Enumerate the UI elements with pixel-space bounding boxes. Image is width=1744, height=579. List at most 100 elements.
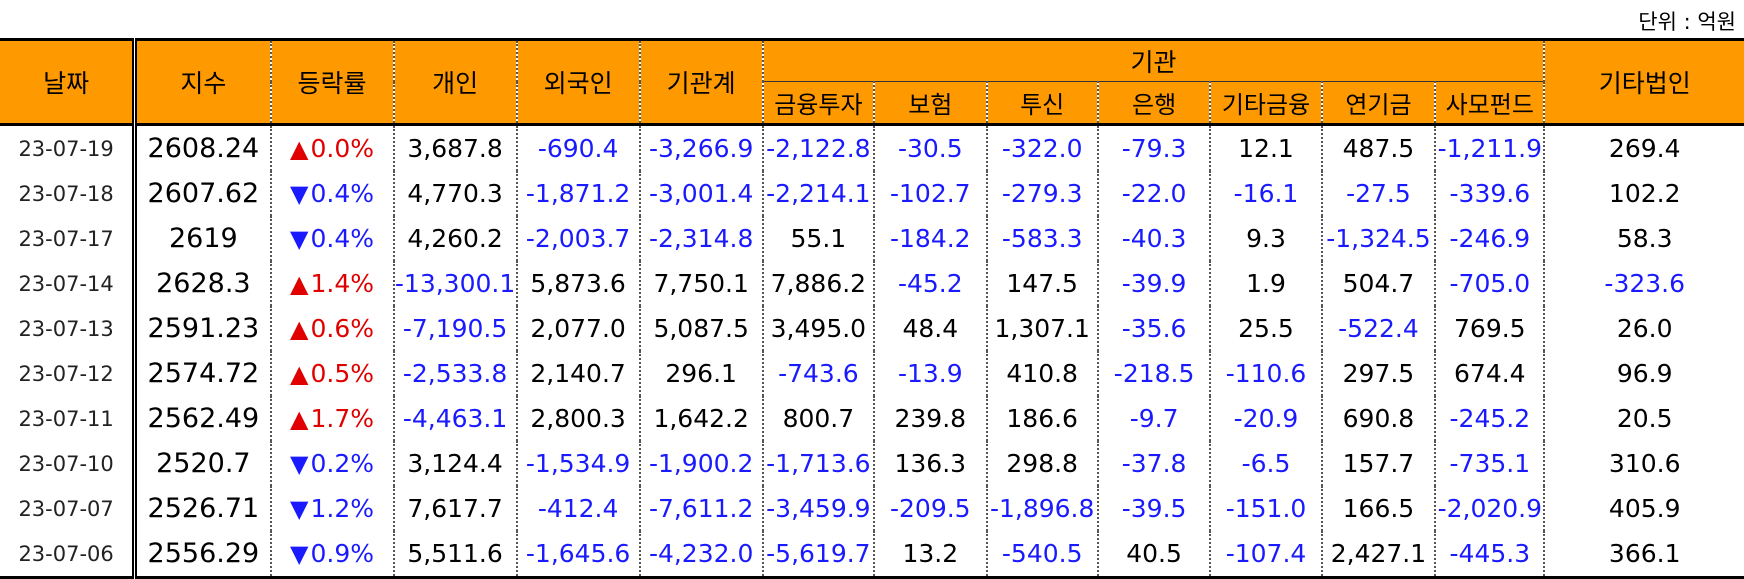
change-value: 1.7%: [310, 404, 375, 433]
cell-other-corp: -323.6: [1543, 261, 1744, 306]
cell-date: 23-07-10: [0, 441, 138, 486]
header-index: 지수: [133, 38, 272, 126]
cell-investment-trust: 186.6: [985, 396, 1099, 441]
change-value: 0.4%: [310, 224, 375, 253]
cell-pension: 690.8: [1320, 396, 1437, 441]
cell-bank: -22.0: [1096, 171, 1212, 216]
header-date: 날짜: [0, 38, 138, 126]
cell-other-finance: -110.6: [1209, 351, 1323, 396]
cell-insurance: -30.5: [873, 124, 988, 171]
cell-financial-invest: 7,886.2: [761, 261, 876, 306]
cell-index: 2526.71: [133, 486, 272, 531]
triangle-up-icon: ▲: [290, 405, 309, 433]
cell-date: 23-07-11: [0, 396, 138, 441]
cell-other-finance: 1.9: [1209, 261, 1323, 306]
cell-pension: 487.5: [1320, 124, 1437, 171]
table-row: 23-07-17 2619 ▼0.4% 4,260.2 -2,003.7 -2,314.8…: [0, 216, 1744, 261]
cell-private-fund: -1,211.9: [1434, 124, 1546, 171]
cell-index: 2520.7: [133, 441, 272, 486]
cell-other-corp: 26.0: [1543, 306, 1744, 351]
cell-other-finance: -107.4: [1209, 531, 1323, 579]
cell-inst-total: 5,087.5: [638, 306, 764, 351]
cell-change: ▼0.4%: [269, 216, 395, 261]
table-row: 23-07-06 2556.29 ▼0.9% 5,511.6 -1,645.6 -4,23…: [0, 531, 1744, 579]
cell-inst-total: 296.1: [638, 351, 764, 396]
cell-individual: 4,260.2: [392, 216, 518, 261]
cell-other-finance: 9.3: [1209, 216, 1323, 261]
cell-bank: -37.8: [1096, 441, 1212, 486]
cell-pension: -27.5: [1320, 171, 1437, 216]
cell-investment-trust: -1,896.8: [985, 486, 1099, 531]
cell-individual: -7,190.5: [392, 306, 518, 351]
table-row: 23-07-19 2608.24 ▲0.0% 3,687.8 -690.4 -3,266.…: [0, 124, 1744, 171]
triangle-down-icon: ▼: [290, 450, 309, 478]
cell-financial-invest: 3,495.0: [761, 306, 876, 351]
cell-bank: -79.3: [1096, 124, 1212, 171]
cell-change: ▲1.7%: [269, 396, 395, 441]
cell-other-corp: 366.1: [1543, 531, 1744, 579]
cell-pension: 166.5: [1320, 486, 1437, 531]
header-other-corp: 기타법인: [1543, 38, 1744, 126]
cell-inst-total: -4,232.0: [638, 531, 764, 579]
cell-investment-trust: 298.8: [985, 441, 1099, 486]
cell-private-fund: -705.0: [1434, 261, 1546, 306]
triangle-down-icon: ▼: [290, 225, 309, 253]
table-row: 23-07-07 2526.71 ▼1.2% 7,617.7 -412.4 -7,611.…: [0, 486, 1744, 531]
cell-insurance: 239.8: [873, 396, 988, 441]
cell-pension: 2,427.1: [1320, 531, 1437, 579]
cell-bank: -40.3: [1096, 216, 1212, 261]
cell-financial-invest: -2,214.1: [761, 171, 876, 216]
cell-individual: -13,300.1: [392, 261, 518, 306]
cell-change: ▼0.4%: [269, 171, 395, 216]
cell-change: ▼0.9%: [269, 531, 395, 579]
cell-financial-invest: -1,713.6: [761, 441, 876, 486]
header-private-fund: 사모펀드: [1434, 81, 1546, 126]
cell-private-fund: 769.5: [1434, 306, 1546, 351]
cell-other-corp: 310.6: [1543, 441, 1744, 486]
table-row: 23-07-10 2520.7 ▼0.2% 3,124.4 -1,534.9 -1,900…: [0, 441, 1744, 486]
cell-private-fund: -735.1: [1434, 441, 1546, 486]
cell-foreign: 2,140.7: [515, 351, 641, 396]
cell-foreign: 2,077.0: [515, 306, 641, 351]
cell-individual: 5,511.6: [392, 531, 518, 579]
cell-individual: -4,463.1: [392, 396, 518, 441]
cell-date: 23-07-07: [0, 486, 138, 531]
header-foreign: 외국인: [515, 38, 641, 126]
cell-insurance: -13.9: [873, 351, 988, 396]
change-value: 1.4%: [310, 269, 375, 298]
cell-date: 23-07-18: [0, 171, 138, 216]
cell-other-finance: 25.5: [1209, 306, 1323, 351]
cell-bank: -39.5: [1096, 486, 1212, 531]
cell-other-finance: -16.1: [1209, 171, 1323, 216]
cell-pension: -1,324.5: [1320, 216, 1437, 261]
cell-other-finance: -151.0: [1209, 486, 1323, 531]
cell-index: 2556.29: [133, 531, 272, 579]
cell-inst-total: -3,001.4: [638, 171, 764, 216]
triangle-up-icon: ▲: [290, 360, 309, 388]
cell-insurance: -209.5: [873, 486, 988, 531]
cell-other-corp: 20.5: [1543, 396, 1744, 441]
cell-investment-trust: -583.3: [985, 216, 1099, 261]
cell-change: ▲1.4%: [269, 261, 395, 306]
cell-change: ▼0.2%: [269, 441, 395, 486]
cell-date: 23-07-12: [0, 351, 138, 396]
cell-change: ▼1.2%: [269, 486, 395, 531]
cell-inst-total: 1,642.2: [638, 396, 764, 441]
table-row: 23-07-14 2628.3 ▲1.4% -13,300.1 5,873.6 7,750…: [0, 261, 1744, 306]
change-value: 0.0%: [310, 134, 375, 163]
cell-financial-invest: -743.6: [761, 351, 876, 396]
cell-date: 23-07-19: [0, 124, 138, 171]
table-row: 23-07-13 2591.23 ▲0.6% -7,190.5 2,077.0 5,087…: [0, 306, 1744, 351]
change-value: 0.5%: [310, 359, 375, 388]
triangle-up-icon: ▲: [290, 270, 309, 298]
cell-insurance: -102.7: [873, 171, 988, 216]
cell-investment-trust: 410.8: [985, 351, 1099, 396]
triangle-up-icon: ▲: [290, 135, 309, 163]
cell-individual: -2,533.8: [392, 351, 518, 396]
header-financial-invest: 금융투자: [761, 81, 876, 126]
cell-pension: -522.4: [1320, 306, 1437, 351]
triangle-down-icon: ▼: [290, 495, 309, 523]
cell-index: 2591.23: [133, 306, 272, 351]
header-institution: 기관: [761, 38, 1546, 82]
cell-insurance: 48.4: [873, 306, 988, 351]
